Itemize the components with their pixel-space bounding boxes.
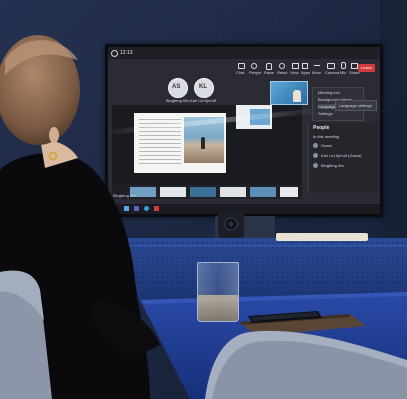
meeting-room-photo: 12:13 Chat People Raise React View Apps … (0, 0, 407, 399)
chairs (0, 270, 407, 399)
